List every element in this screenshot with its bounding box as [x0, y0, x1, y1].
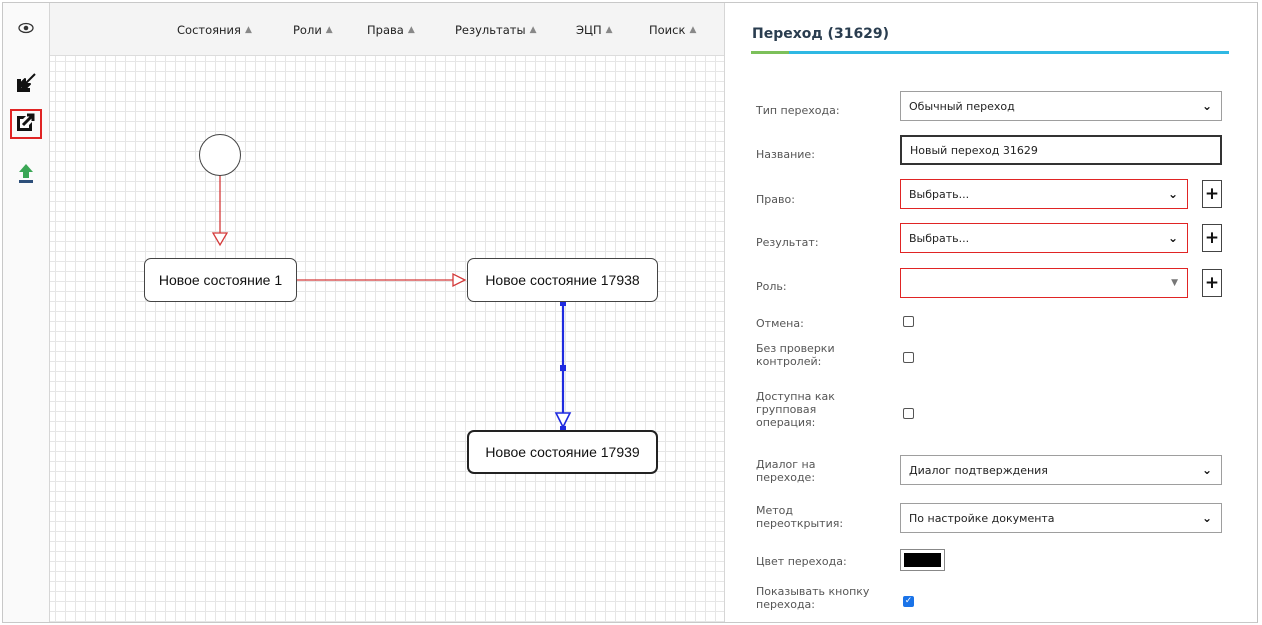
role-label: Роль: — [756, 280, 787, 293]
add-right-button[interactable]: + — [1202, 180, 1222, 208]
state-node-selected[interactable]: Новое состояние 17939 — [467, 430, 658, 474]
menu-roles[interactable]: Роли ▲ — [293, 23, 333, 37]
no-check-label: Без проверки контролей: — [756, 342, 835, 368]
dialog-label: Диалог на переходе: — [756, 458, 816, 484]
chevron-up-icon: ▲ — [689, 25, 697, 35]
name-label: Название: — [756, 148, 815, 161]
upload-icon — [17, 162, 35, 188]
chevron-down-icon: ⌄ — [1201, 463, 1212, 477]
triangle-down-icon: ▼ — [1171, 278, 1178, 288]
plus-icon: + — [1204, 184, 1220, 204]
result-select[interactable]: Выбрать... ⌄ — [900, 223, 1188, 253]
state-node[interactable]: Новое состояние 1 — [144, 258, 297, 302]
type-label: Тип перехода: — [756, 104, 840, 117]
add-result-button[interactable]: + — [1202, 224, 1222, 252]
menu-signature[interactable]: ЭЦП ▲ — [576, 23, 613, 37]
show-button-label: Показывать кнопку перехода: — [756, 585, 870, 611]
export-button[interactable] — [10, 109, 42, 139]
role-select[interactable]: ▼ — [900, 268, 1188, 298]
chevron-up-icon: ▲ — [244, 25, 252, 35]
dialog-select[interactable]: Диалог подтверждения ⌄ — [900, 455, 1222, 485]
group-op-label: Доступна как групповая операция: — [756, 390, 835, 429]
color-swatch — [904, 553, 941, 567]
state-node[interactable]: Новое состояние 17938 — [467, 258, 658, 302]
upload-button[interactable] — [10, 160, 42, 190]
panel-title: Переход (31629) — [752, 26, 890, 42]
color-picker[interactable] — [900, 549, 945, 571]
export-arrow-icon — [15, 111, 37, 137]
state-node-label: Новое состояние 17939 — [485, 444, 640, 460]
show-button-checkbox[interactable]: ✓ — [903, 596, 914, 607]
cancel-label: Отмена: — [756, 317, 804, 330]
result-label: Результат: — [756, 236, 819, 249]
transition-type-select[interactable]: Обычный переход ⌄ — [900, 91, 1222, 121]
diagram-menu-bar: Состояния ▲ Роли ▲ Права ▲ Результаты ▲ … — [50, 3, 724, 56]
start-node[interactable] — [199, 134, 241, 176]
cancel-checkbox[interactable] — [903, 316, 914, 327]
chevron-up-icon: ▲ — [605, 25, 613, 35]
add-role-button[interactable]: + — [1202, 269, 1222, 297]
state-node-label: Новое состояние 17938 — [485, 272, 640, 288]
no-check-checkbox[interactable] — [903, 352, 914, 363]
app-window: Состояния ▲ Роли ▲ Права ▲ Результаты ▲ … — [2, 2, 1258, 623]
chevron-up-icon: ▲ — [325, 25, 333, 35]
chevron-up-icon: ▲ — [407, 25, 415, 35]
import-button[interactable] — [10, 70, 42, 100]
color-label: Цвет перехода: — [756, 555, 847, 568]
right-label: Право: — [756, 193, 795, 206]
title-underline — [751, 51, 1229, 54]
plus-icon: + — [1204, 228, 1220, 248]
chevron-down-icon: ⌄ — [1201, 99, 1212, 113]
chevron-down-icon: ⌄ — [1201, 511, 1212, 525]
arrowhead-icon — [211, 232, 229, 247]
chevron-up-icon: ▲ — [529, 25, 537, 35]
eye-icon — [18, 19, 34, 38]
properties-panel: Переход (31629) Тип перехода: Обычный пе… — [725, 3, 1257, 622]
diagram-edges — [211, 154, 572, 432]
plus-icon: + — [1204, 273, 1220, 293]
menu-search[interactable]: Поиск ▲ — [649, 23, 696, 37]
chevron-down-icon: ⌄ — [1167, 231, 1178, 245]
diagram-canvas[interactable]: Новое состояние 1 Новое состояние 17938 … — [50, 56, 724, 622]
menu-states[interactable]: Состояния ▲ — [177, 23, 252, 37]
arrowhead-icon — [554, 412, 572, 429]
menu-rights[interactable]: Права ▲ — [367, 23, 415, 37]
left-toolbar — [3, 3, 50, 622]
reopen-select[interactable]: По настройке документа ⌄ — [900, 503, 1222, 533]
check-icon: ✓ — [904, 596, 913, 606]
arrowhead-icon — [452, 272, 467, 288]
chevron-down-icon: ⌄ — [1167, 187, 1178, 201]
group-op-checkbox[interactable] — [903, 408, 914, 419]
name-input[interactable]: Новый переход 31629 — [900, 135, 1222, 165]
diagram-panel: Состояния ▲ Роли ▲ Права ▲ Результаты ▲ … — [50, 3, 725, 622]
edge-handle[interactable] — [560, 365, 566, 371]
menu-results[interactable]: Результаты ▲ — [455, 23, 537, 37]
state-node-label: Новое состояние 1 — [158, 272, 283, 288]
import-arrow-icon — [15, 72, 37, 98]
right-select[interactable]: Выбрать... ⌄ — [900, 179, 1188, 209]
reopen-label: Метод переоткрытия: — [756, 504, 844, 530]
view-button[interactable] — [10, 13, 42, 43]
